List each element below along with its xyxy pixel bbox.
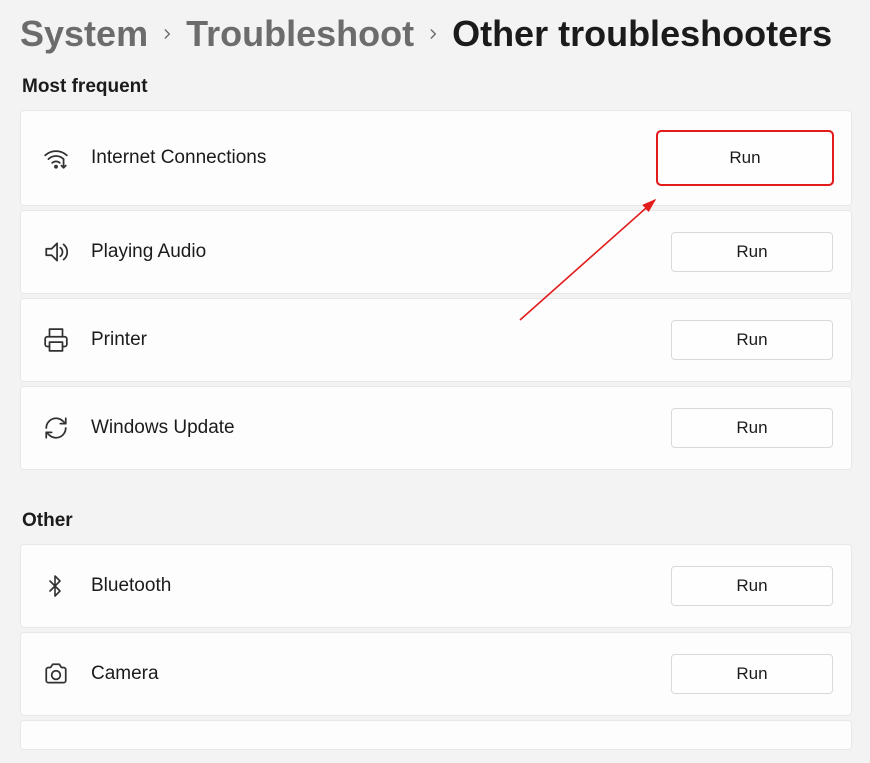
- breadcrumb-link-system[interactable]: System: [20, 14, 148, 54]
- troubleshooter-row-camera: Camera Run: [20, 632, 852, 716]
- camera-icon: [43, 661, 91, 687]
- bluetooth-icon: [43, 574, 91, 598]
- wifi-icon: [43, 145, 91, 171]
- run-button[interactable]: Run: [657, 131, 833, 185]
- troubleshooter-label: Camera: [91, 663, 671, 685]
- breadcrumb-link-troubleshoot[interactable]: Troubleshoot: [186, 14, 414, 54]
- troubleshooter-row-next: [20, 720, 852, 750]
- troubleshooter-label: Bluetooth: [91, 575, 671, 597]
- section-other: Other Bluetooth Run Camera Run: [20, 510, 852, 750]
- run-button[interactable]: Run: [671, 320, 833, 360]
- section-title: Most frequent: [22, 76, 852, 98]
- chevron-right-icon: [426, 27, 440, 41]
- section-title: Other: [22, 510, 852, 532]
- run-button[interactable]: Run: [671, 408, 833, 448]
- run-button[interactable]: Run: [671, 654, 833, 694]
- speaker-icon: [43, 239, 91, 265]
- section-most-frequent: Most frequent Internet Connections Run P…: [20, 76, 852, 470]
- refresh-icon: [43, 415, 91, 441]
- troubleshooter-label: Windows Update: [91, 417, 671, 439]
- breadcrumb: System Troubleshoot Other troubleshooter…: [20, 14, 852, 54]
- troubleshooter-label: Playing Audio: [91, 241, 671, 263]
- troubleshooter-row-bluetooth: Bluetooth Run: [20, 544, 852, 628]
- troubleshooter-row-printer: Printer Run: [20, 298, 852, 382]
- troubleshooter-label: Printer: [91, 329, 671, 351]
- troubleshooter-row-playing-audio: Playing Audio Run: [20, 210, 852, 294]
- troubleshooter-row-windows-update: Windows Update Run: [20, 386, 852, 470]
- breadcrumb-current: Other troubleshooters: [452, 14, 832, 54]
- troubleshooter-label: Internet Connections: [91, 147, 657, 169]
- printer-icon: [43, 327, 91, 353]
- troubleshooter-row-internet-connections: Internet Connections Run: [20, 110, 852, 206]
- run-button[interactable]: Run: [671, 232, 833, 272]
- run-button[interactable]: Run: [671, 566, 833, 606]
- chevron-right-icon: [160, 27, 174, 41]
